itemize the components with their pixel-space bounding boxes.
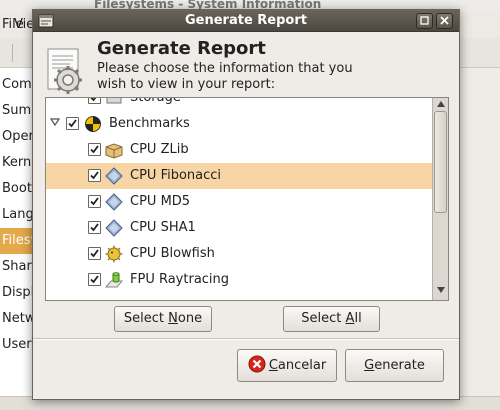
dialog-heading: Generate Report [97, 38, 266, 59]
button-label: one [177, 311, 203, 326]
cpu-fibonacci-checkbox[interactable] [88, 169, 101, 182]
cpu-md5-checkbox[interactable] [88, 195, 101, 208]
tree-row-label: CPU MD5 [130, 194, 191, 209]
mnemonic-letter: C [268, 358, 278, 373]
tree-row-label: FPU Raytracing [130, 272, 230, 287]
diamond-icon [105, 193, 123, 211]
toolbar-separator [12, 44, 13, 62]
raytracing-icon [105, 272, 123, 288]
button-label: enerate [374, 358, 425, 373]
tree-row-cpu-sha1[interactable]: CPU SHA1 [46, 215, 432, 241]
blowfish-icon [105, 245, 123, 263]
checkmark-icon [90, 98, 97, 102]
button-label: Select [301, 311, 346, 326]
generate-report-dialog: Generate Report Generate Report Please c… [32, 9, 460, 400]
tree-row-storage[interactable]: Storage [46, 97, 432, 111]
button-label: Select [123, 311, 169, 326]
storage-checkbox[interactable] [88, 98, 101, 104]
tree-scrollbar[interactable] [432, 98, 448, 300]
checkmark-icon [68, 119, 77, 128]
tree-row-label: CPU SHA1 [130, 220, 196, 235]
scroll-up-arrow-icon[interactable] [433, 98, 448, 112]
sidebar-item-network[interactable]: Network [0, 306, 35, 332]
tree-row-label: Benchmarks [109, 116, 190, 131]
button-label: ll [354, 311, 362, 326]
mnemonic-letter: N [168, 311, 178, 326]
tree-row-cpu-md5[interactable]: CPU MD5 [46, 189, 432, 215]
sidebar-item-operating-system[interactable]: Operating System [0, 124, 35, 150]
sidebar-item-computer[interactable]: Computer [0, 72, 35, 98]
scroll-thumb[interactable] [434, 111, 447, 213]
box-icon [105, 143, 123, 159]
cpu-sha1-checkbox[interactable] [88, 221, 101, 234]
dialog-title: Generate Report [185, 13, 307, 28]
dialog-titlebar[interactable]: Generate Report [33, 10, 459, 32]
expander-arrow-icon[interactable] [48, 111, 62, 137]
sidebar-item-display[interactable]: Display [0, 280, 35, 306]
report-sections-tree[interactable]: Storage Benchmarks CPU ZLib CPU Fibonacc… [45, 97, 449, 301]
diamond-icon [105, 219, 123, 237]
maximize-icon [420, 16, 429, 25]
sidebar-item-languages[interactable]: Languages [0, 202, 35, 228]
checkmark-icon [90, 223, 99, 232]
close-button[interactable] [436, 13, 453, 29]
checkmark-icon [90, 197, 99, 206]
sidebar-item-summary[interactable]: Summary [0, 98, 35, 124]
cancel-icon [248, 355, 266, 373]
fpu-raytracing-checkbox[interactable] [88, 273, 101, 286]
mnemonic-letter: G [364, 358, 375, 373]
diamond-icon [105, 167, 123, 185]
tree-row-cpu-fibonacci[interactable]: CPU Fibonacci [46, 163, 432, 189]
cancel-button[interactable]: Cancelar [237, 349, 337, 382]
background-sidebar: Computer Summary Operating System Kernel… [0, 68, 36, 400]
sidebar-item-users[interactable]: Users [0, 332, 35, 358]
sidebar-item-filesystems[interactable]: Filesystems [0, 228, 35, 254]
tree-row-benchmarks[interactable]: Benchmarks [46, 111, 432, 137]
checkmark-icon [90, 145, 99, 154]
scroll-down-arrow-icon[interactable] [433, 284, 448, 298]
sidebar-item-shared-directories[interactable]: Shared Directories [0, 254, 35, 280]
select-all-button[interactable]: Select All [283, 306, 380, 332]
cpu-zlib-checkbox[interactable] [88, 143, 101, 156]
select-none-button[interactable]: Select None [114, 306, 212, 332]
sidebar-item-kernel-modules[interactable]: Kernel Modules [0, 150, 35, 176]
checkmark-icon [90, 249, 99, 258]
generate-button[interactable]: Generate [345, 349, 444, 382]
close-icon [440, 16, 449, 25]
tree-row-cpu-blowfish[interactable]: CPU Blowfish [46, 241, 432, 267]
maximize-button[interactable] [416, 13, 433, 29]
tree-row-cpu-zlib[interactable]: CPU ZLib [46, 137, 432, 163]
tree-row-label: Storage [130, 97, 181, 105]
cpu-blowfish-checkbox[interactable] [88, 247, 101, 260]
tree-row-label: CPU Blowfish [130, 246, 215, 261]
tree-row-fpu-raytracing[interactable]: FPU Raytracing [46, 267, 432, 293]
dialog-separator [33, 338, 459, 340]
tree-row-label: CPU ZLib [130, 142, 189, 157]
checkmark-icon [90, 275, 99, 284]
storage-icon [106, 98, 122, 104]
checkmark-icon [90, 171, 99, 180]
sidebar-item-boots[interactable]: Boots [0, 176, 35, 202]
dialog-description: Please choose the information that you w… [97, 61, 353, 92]
benchmarks-icon [85, 116, 101, 132]
report-document-icon [47, 48, 82, 94]
button-label: ancelar [277, 358, 327, 373]
background-content-area [460, 68, 500, 400]
tree-row-label: CPU Fibonacci [130, 168, 222, 183]
benchmarks-checkbox[interactable] [66, 117, 79, 130]
